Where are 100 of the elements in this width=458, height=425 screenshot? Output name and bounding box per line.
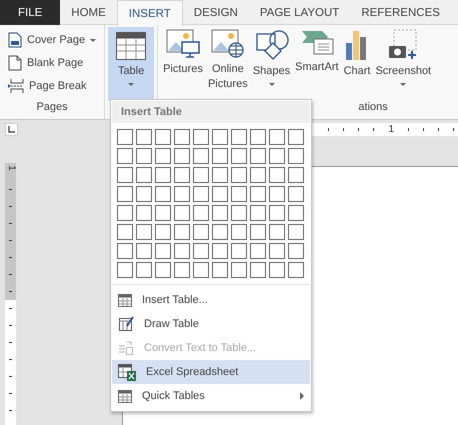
grid-cell[interactable] xyxy=(117,129,133,145)
grid-cell[interactable] xyxy=(155,205,171,221)
ribbon-button[interactable]: Page Break xyxy=(5,75,100,97)
ribbon-button[interactable]: Cover Page xyxy=(5,29,100,51)
grid-cell[interactable] xyxy=(136,243,152,259)
grid-cell[interactable] xyxy=(117,186,133,202)
grid-cell[interactable] xyxy=(193,129,209,145)
grid-cell[interactable] xyxy=(155,243,171,259)
grid-cell[interactable] xyxy=(250,129,266,145)
grid-cell[interactable] xyxy=(250,205,266,221)
grid-cell[interactable] xyxy=(269,243,285,259)
grid-cell[interactable] xyxy=(231,243,247,259)
ribbon-button[interactable]: Chart xyxy=(342,25,372,101)
ribbon-tab[interactable]: INSERT xyxy=(116,0,183,26)
grid-cell[interactable] xyxy=(212,262,228,278)
grid-cell[interactable] xyxy=(136,129,152,145)
grid-cell[interactable] xyxy=(250,148,266,164)
grid-cell[interactable] xyxy=(231,129,247,145)
grid-cell[interactable] xyxy=(136,148,152,164)
grid-cell[interactable] xyxy=(193,262,209,278)
menu-item[interactable]: Quick Tables xyxy=(112,384,310,408)
grid-cell[interactable] xyxy=(155,148,171,164)
grid-cell[interactable] xyxy=(269,148,285,164)
grid-cell[interactable] xyxy=(288,148,304,164)
grid-cell[interactable] xyxy=(288,224,304,240)
grid-cell[interactable] xyxy=(288,262,304,278)
grid-cell[interactable] xyxy=(231,205,247,221)
grid-cell[interactable] xyxy=(174,148,190,164)
grid-cell[interactable] xyxy=(193,205,209,221)
grid-cell[interactable] xyxy=(231,262,247,278)
grid-cell[interactable] xyxy=(231,224,247,240)
caret-icon xyxy=(400,83,406,86)
grid-cell[interactable] xyxy=(117,243,133,259)
ribbon-tab[interactable]: DESIGN xyxy=(182,0,249,25)
grid-cell[interactable] xyxy=(212,224,228,240)
grid-cell[interactable] xyxy=(212,129,228,145)
grid-cell[interactable] xyxy=(250,186,266,202)
ribbon-button[interactable]: Screenshot xyxy=(373,25,434,101)
ribbon-button[interactable]: Blank Page xyxy=(5,52,100,74)
grid-cell[interactable] xyxy=(155,262,171,278)
grid-cell[interactable] xyxy=(174,243,190,259)
ribbon-tab[interactable]: PAGE LAYOUT xyxy=(248,0,350,25)
grid-cell[interactable] xyxy=(117,262,133,278)
submenu-arrow-icon xyxy=(300,392,304,400)
grid-cell[interactable] xyxy=(250,243,266,259)
grid-cell[interactable] xyxy=(155,167,171,183)
grid-cell[interactable] xyxy=(250,262,266,278)
grid-cell[interactable] xyxy=(136,186,152,202)
file-tab[interactable]: FILE xyxy=(0,0,60,25)
grid-cell[interactable] xyxy=(269,205,285,221)
grid-cell[interactable] xyxy=(231,186,247,202)
grid-cell[interactable] xyxy=(193,243,209,259)
grid-cell[interactable] xyxy=(117,224,133,240)
ribbon-button[interactable]: Table xyxy=(108,27,154,101)
grid-cell[interactable] xyxy=(117,205,133,221)
grid-cell[interactable] xyxy=(155,224,171,240)
grid-cell[interactable] xyxy=(117,148,133,164)
grid-cell[interactable] xyxy=(212,205,228,221)
grid-cell[interactable] xyxy=(212,148,228,164)
grid-cell[interactable] xyxy=(174,186,190,202)
grid-cell[interactable] xyxy=(212,243,228,259)
grid-cell[interactable] xyxy=(250,167,266,183)
grid-cell[interactable] xyxy=(269,129,285,145)
grid-cell[interactable] xyxy=(269,167,285,183)
grid-cell[interactable] xyxy=(117,167,133,183)
grid-cell[interactable] xyxy=(136,224,152,240)
grid-cell[interactable] xyxy=(231,167,247,183)
grid-cell[interactable] xyxy=(174,262,190,278)
grid-cell[interactable] xyxy=(155,186,171,202)
grid-cell[interactable] xyxy=(174,129,190,145)
grid-cell[interactable] xyxy=(288,243,304,259)
grid-cell[interactable] xyxy=(250,224,266,240)
grid-cell[interactable] xyxy=(231,148,247,164)
grid-cell[interactable] xyxy=(288,167,304,183)
grid-cell[interactable] xyxy=(212,186,228,202)
grid-cell[interactable] xyxy=(155,129,171,145)
grid-cell[interactable] xyxy=(174,224,190,240)
menu-item[interactable]: Draw Table xyxy=(112,312,310,336)
grid-cell[interactable] xyxy=(193,167,209,183)
grid-cell[interactable] xyxy=(193,148,209,164)
grid-cell[interactable] xyxy=(269,224,285,240)
ribbon-button[interactable]: SmartArt xyxy=(293,25,341,101)
menu-item[interactable]: Insert Table... xyxy=(112,288,310,312)
grid-cell[interactable] xyxy=(269,262,285,278)
ribbon-tab[interactable]: HOME xyxy=(60,0,117,25)
grid-cell[interactable] xyxy=(193,186,209,202)
menu-item[interactable]: Excel Spreadsheet xyxy=(112,360,310,384)
grid-cell[interactable] xyxy=(174,167,190,183)
grid-cell[interactable] xyxy=(136,205,152,221)
grid-cell[interactable] xyxy=(212,167,228,183)
grid-cell[interactable] xyxy=(136,167,152,183)
grid-cell[interactable] xyxy=(269,186,285,202)
grid-cell[interactable] xyxy=(136,262,152,278)
grid-cell[interactable] xyxy=(288,205,304,221)
grid-cell[interactable] xyxy=(288,186,304,202)
ribbon-tab[interactable]: REFERENCES xyxy=(350,0,451,25)
grid-cell[interactable] xyxy=(174,205,190,221)
grid-cell[interactable] xyxy=(193,224,209,240)
tab-selector-button[interactable] xyxy=(5,123,18,136)
grid-cell[interactable] xyxy=(288,129,304,145)
